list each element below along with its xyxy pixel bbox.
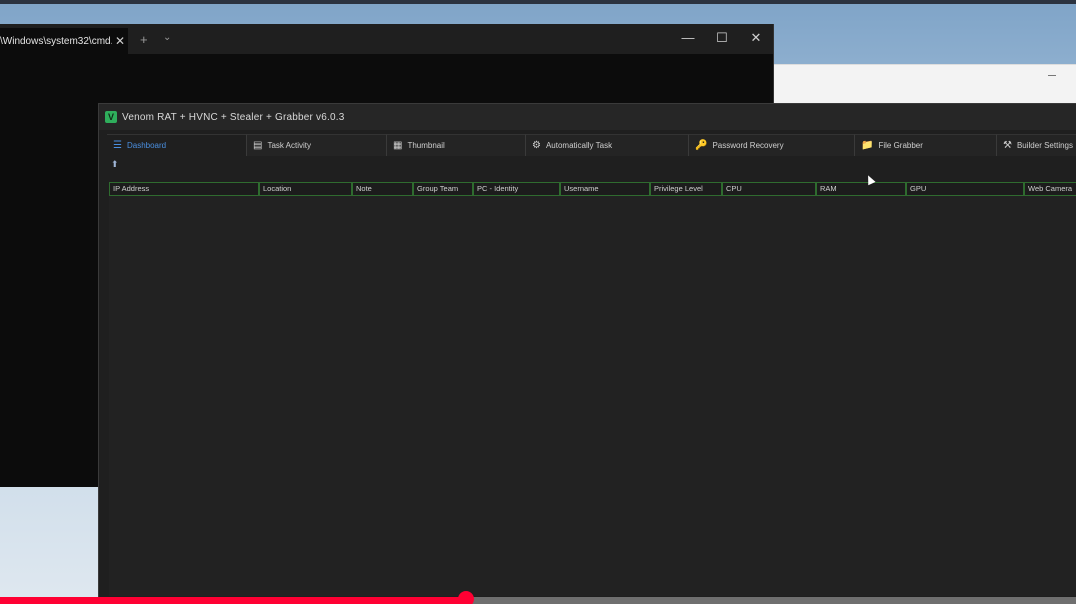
new-tab-button[interactable]: + xyxy=(140,32,148,47)
app-titlebar[interactable]: V Venom RAT + HVNC + Stealer + Grabber v… xyxy=(99,104,1076,130)
column-gpu[interactable]: GPU xyxy=(906,182,1024,196)
tab-label: Thumbnail xyxy=(407,141,445,150)
tab-label: Builder Settings xyxy=(1016,141,1073,150)
column-web-camera[interactable]: Web Camera xyxy=(1024,182,1076,196)
column-group-team[interactable]: Group Team xyxy=(413,182,473,196)
video-progress-bar[interactable] xyxy=(0,591,1076,604)
column-username[interactable]: Username xyxy=(560,182,650,196)
client-table-body[interactable] xyxy=(109,196,1076,596)
column-cpu[interactable]: CPU xyxy=(722,182,816,196)
tab-file-grabber[interactable]: 📁 File Grabber xyxy=(855,134,997,156)
app-logo-icon: V xyxy=(105,111,117,123)
upload-icon[interactable]: ⬆ xyxy=(111,159,119,169)
tab-builder-settings[interactable]: ⚒ Builder Settings xyxy=(997,134,1076,156)
tab-label: Password Recovery xyxy=(712,141,784,150)
thumbnail-grid-icon: ▦ xyxy=(393,140,403,151)
column-ram[interactable]: RAM xyxy=(816,182,906,196)
folder-icon: 📁 xyxy=(861,140,874,151)
dashboard-icon: ☰ xyxy=(113,140,122,151)
task-list-icon: ▤ xyxy=(253,140,263,151)
app-title: Venom RAT + HVNC + Stealer + Grabber v6.… xyxy=(122,111,345,123)
column-note[interactable]: Note xyxy=(352,182,413,196)
tools-icon: ⚒ xyxy=(1003,140,1012,151)
minimize-button[interactable]: — xyxy=(678,30,698,45)
terminal-titlebar[interactable]: \Windows\system32\cmd.e ✕ + ⌄ — ☐ ✕ xyxy=(0,24,773,54)
tab-thumbnail[interactable]: ▦ Thumbnail xyxy=(387,134,526,156)
tab-label: Automatically Task xyxy=(545,141,613,150)
tab-task-activity[interactable]: ▤ Task Activity xyxy=(247,134,387,156)
tab-password-recovery[interactable]: 🔑 Password Recovery xyxy=(689,134,855,156)
column-location[interactable]: Location xyxy=(259,182,352,196)
maximize-button[interactable]: ☐ xyxy=(712,30,732,46)
close-button[interactable]: ✕ xyxy=(746,30,766,46)
tab-label: Task Activity xyxy=(267,141,312,150)
gear-icon: ⚙ xyxy=(532,140,541,151)
tab-label: File Grabber xyxy=(878,141,923,150)
key-icon: 🔑 xyxy=(695,140,708,151)
tab-label: Dashboard xyxy=(126,141,167,150)
client-table-header: IP Address Location Note Group Team PC -… xyxy=(109,182,1076,196)
main-tabs: ☰ Dashboard ▤ Task Activity ▦ Thumbnail … xyxy=(107,134,1076,158)
minimize-icon[interactable] xyxy=(1048,75,1056,76)
top-strip xyxy=(0,0,1076,4)
terminal-tab[interactable]: \Windows\system32\cmd.e ✕ xyxy=(0,28,128,54)
toolbar: ⬆ xyxy=(111,159,119,170)
tab-dashboard[interactable]: ☰ Dashboard xyxy=(107,134,247,156)
app-window: V Venom RAT + HVNC + Stealer + Grabber v… xyxy=(98,103,1076,604)
tab-automatically-task[interactable]: ⚙ Automatically Task xyxy=(526,134,689,156)
column-ip-address[interactable]: IP Address xyxy=(109,182,259,196)
close-tab-icon[interactable]: ✕ xyxy=(112,34,128,48)
chevron-down-icon[interactable]: ⌄ xyxy=(163,32,171,43)
terminal-tab-label: \Windows\system32\cmd.e xyxy=(0,35,112,47)
video-progress-fill xyxy=(0,597,466,604)
column-privilege-level[interactable]: Privilege Level xyxy=(650,182,722,196)
video-scrubber-handle[interactable] xyxy=(457,591,474,604)
column-pc-identity[interactable]: PC - Identity xyxy=(473,182,560,196)
